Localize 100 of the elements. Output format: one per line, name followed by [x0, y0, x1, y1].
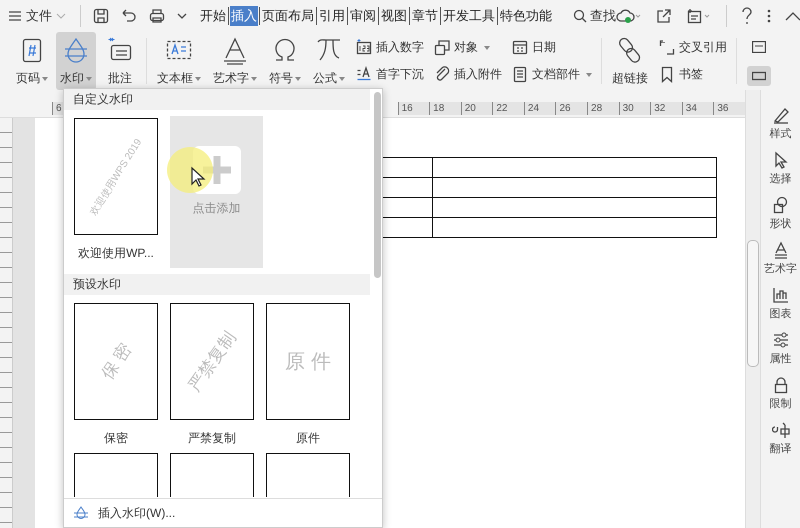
help-icon[interactable]	[741, 7, 753, 25]
ribbon-button[interactable]: 插入附件	[431, 64, 505, 85]
share-icon[interactable]	[656, 8, 672, 24]
layout-toggle-icon	[752, 70, 766, 82]
calendar-icon	[512, 39, 528, 56]
translate-icon	[772, 421, 790, 439]
caret-icon	[586, 72, 592, 76]
menu-tab[interactable]: 视图	[380, 6, 408, 26]
watermark-text: 原 件	[285, 350, 331, 375]
ribbon-button[interactable]: 书签	[656, 64, 730, 85]
ruler-number: 34	[682, 102, 714, 115]
ribbon-button[interactable]: 日期	[509, 37, 595, 58]
watermark-text: 保 密	[96, 339, 136, 384]
ribbon-button[interactable]: 页码	[12, 32, 52, 90]
ruler-number: 26	[555, 102, 588, 115]
cross-reference-icon	[659, 39, 675, 56]
menu-tab[interactable]: 开发工具	[442, 6, 496, 26]
side-panel-button[interactable]: 样式	[770, 106, 792, 141]
ribbon-button[interactable]: 文本框	[153, 32, 205, 90]
side-panel-button[interactable]: 选择	[770, 151, 792, 186]
side-panel-button[interactable]: 图表	[770, 286, 792, 321]
menu-tab[interactable]: 章节	[411, 6, 439, 26]
menu-icon	[8, 10, 22, 22]
section-header: 预设水印	[64, 274, 370, 295]
watermark-label: 欢迎使用WP...	[78, 245, 154, 262]
ribbon-button[interactable]: 交叉引用	[656, 37, 730, 58]
shapes-icon	[772, 196, 790, 214]
watermark-icon	[74, 506, 88, 520]
ruler-number: 16	[398, 102, 430, 115]
ruler-number: 20	[460, 102, 492, 115]
file-menu[interactable]: 文件	[6, 5, 68, 27]
collapse-icon[interactable]	[785, 11, 800, 21]
side-panel-button[interactable]: 属性	[770, 331, 792, 366]
caret-icon	[339, 76, 345, 80]
ruler-number: 36	[713, 102, 745, 115]
watermark-preview[interactable]	[266, 453, 350, 497]
ribbon-button[interactable]: 首字下沉	[353, 64, 427, 85]
scrollbar-thumb[interactable]	[747, 240, 759, 367]
chevron-icon[interactable]	[177, 13, 187, 19]
chevron-icon	[56, 13, 66, 19]
ribbon-button[interactable]: 水印	[56, 32, 96, 90]
menu-tab[interactable]: 引用	[318, 6, 346, 26]
menu-tab[interactable]: 开始	[199, 6, 227, 26]
caret-icon	[195, 76, 201, 80]
pen-icon	[772, 106, 790, 124]
side-panel-button[interactable]: 艺术字	[764, 241, 797, 276]
menu-tab[interactable]: 审阅	[349, 6, 377, 26]
side-panel-button[interactable]: 形状	[770, 196, 792, 231]
caret-icon	[484, 46, 490, 50]
paperclip-icon	[434, 66, 450, 83]
ribbon-button[interactable]: 艺术字	[209, 32, 261, 90]
scrollbar-thumb[interactable]	[374, 92, 380, 278]
ribbon-button[interactable]: 批注	[100, 32, 140, 90]
print-icon[interactable]	[149, 8, 165, 24]
undo-icon[interactable]	[121, 8, 137, 24]
ruler-number: 30	[618, 102, 650, 115]
menu-tab[interactable]: 特色功能	[499, 6, 553, 26]
cloud-icon[interactable]	[616, 8, 642, 24]
bookmark-icon	[659, 66, 675, 83]
chart-icon	[772, 286, 790, 304]
search-button[interactable]: 查找	[573, 7, 616, 25]
insert-watermark-item[interactable]: 插入水印(W)...	[64, 498, 382, 527]
watermark-label: 保密	[104, 430, 128, 447]
side-panel-button[interactable]: 翻译	[770, 421, 792, 456]
section-header: 自定义水印	[64, 89, 370, 110]
watermark-label: 严禁复制	[188, 430, 236, 447]
cursor-highlight-icon	[166, 146, 214, 194]
ribbon-button[interactable]: 对象	[431, 37, 505, 58]
number-icon	[356, 39, 372, 56]
ruler-number: 28	[587, 102, 619, 115]
caret-icon	[86, 76, 92, 80]
document-icon	[512, 66, 528, 83]
more-icon[interactable]	[767, 8, 771, 24]
ruler-number: 18	[429, 102, 461, 115]
ruler-number: 32	[650, 102, 682, 115]
menu-tab[interactable]: 插入	[230, 6, 258, 26]
caret-icon	[295, 76, 301, 80]
ruler-number: 24	[524, 102, 556, 115]
watermark-label: 原件	[296, 430, 320, 447]
layout-toggle[interactable]	[747, 66, 771, 86]
watermark-preview[interactable]	[170, 453, 254, 497]
watermark-preview[interactable]	[74, 453, 158, 497]
save-icon[interactable]	[93, 8, 109, 24]
ruler-number: 22	[492, 102, 524, 115]
caret-icon	[251, 76, 257, 80]
panel-icon	[752, 40, 766, 52]
side-panel-button[interactable]: 限制	[770, 376, 792, 411]
object-icon	[434, 39, 450, 56]
watermark-text: 严禁复制	[184, 327, 240, 396]
ribbon-button[interactable]: 插入数字	[353, 37, 427, 58]
caret-icon	[42, 76, 48, 80]
ribbon-button[interactable]: 超链接	[608, 32, 652, 90]
document-icon[interactable]	[686, 8, 712, 24]
menu-tab[interactable]: 页面布局	[261, 6, 315, 26]
search-icon	[573, 9, 587, 23]
ribbon-button[interactable]: 文档部件	[509, 64, 595, 85]
ribbon-button[interactable]: 符号	[265, 32, 305, 90]
sliders-icon	[772, 331, 790, 349]
ribbon-button[interactable]: 公式	[309, 32, 349, 90]
drop-cap-icon	[356, 66, 372, 83]
